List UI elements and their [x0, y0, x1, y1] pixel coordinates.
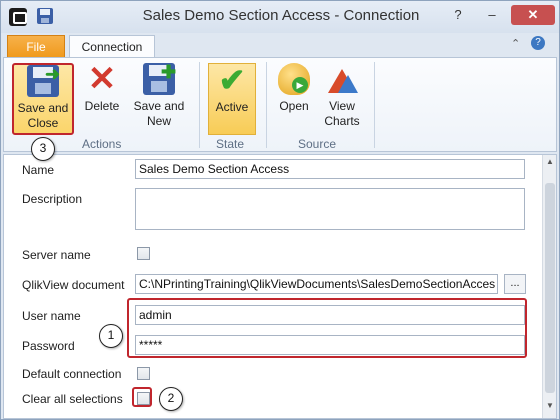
scroll-thumb[interactable] — [545, 183, 555, 393]
help-button[interactable]: ? — [445, 5, 471, 25]
group-label-state: State — [216, 137, 245, 151]
clear-all-selections-label: Clear all selections — [22, 392, 123, 406]
app-icon[interactable] — [9, 8, 27, 26]
name-label: Name — [22, 163, 55, 177]
delete-icon: ✕ — [87, 60, 117, 98]
callout-2: 2 — [159, 387, 183, 411]
window-title: Sales Demo Section Access - Connection — [142, 7, 420, 24]
connection-window: Sales Demo Section Access - Connection ?… — [0, 0, 560, 420]
view-charts-button[interactable]: View Charts — [318, 63, 366, 135]
clear-selections-highlight — [132, 387, 152, 407]
open-button[interactable]: Open — [272, 63, 316, 135]
ribbon-tabs: File Connection ⌃ ? — [1, 33, 559, 58]
password-label: Password — [22, 339, 75, 353]
minimize-button[interactable]: – — [479, 5, 505, 25]
group-label-source: Source — [298, 137, 337, 151]
scroll-down-icon[interactable]: ▼ — [544, 401, 556, 415]
ribbon-separator — [266, 62, 267, 148]
save-and-new-button[interactable]: ✚ Save and New — [130, 63, 188, 135]
delete-button[interactable]: ✕ Delete — [80, 60, 124, 135]
save-new-icon: ✚ — [143, 63, 176, 95]
credentials-highlight — [127, 298, 527, 358]
delete-label: Delete — [84, 99, 120, 113]
open-icon — [278, 63, 310, 95]
user-name-label: User name — [22, 309, 81, 323]
server-name-label: Server name — [22, 248, 91, 262]
server-name-checkbox[interactable] — [137, 247, 150, 260]
title-bar: Sales Demo Section Access - Connection ?… — [1, 1, 559, 33]
active-toggle-button[interactable]: ✔ Active — [208, 63, 256, 135]
collapse-ribbon-icon[interactable]: ⌃ — [511, 37, 520, 50]
save-and-close-label: Save and Close — [17, 101, 69, 130]
ribbon-separator — [374, 62, 375, 148]
open-label: Open — [279, 99, 309, 113]
close-button[interactable]: ✕ — [511, 5, 555, 25]
save-icon[interactable] — [37, 8, 53, 24]
save-and-close-button[interactable]: ➜ Save and Close — [12, 63, 74, 135]
connection-form: Name Sales Demo Section Access Descripti… — [3, 154, 557, 419]
callout-3: 3 — [31, 137, 55, 161]
description-field[interactable] — [135, 188, 525, 230]
view-charts-label: View Charts — [324, 99, 360, 128]
save-close-icon: ➜ — [27, 65, 60, 97]
tab-connection[interactable]: Connection — [69, 35, 155, 58]
scroll-up-icon[interactable]: ▲ — [544, 157, 556, 171]
default-connection-checkbox[interactable] — [137, 367, 150, 380]
callout-1: 1 — [99, 324, 123, 348]
qlikview-document-field[interactable]: C:\NPrintingTraining\QlikViewDocuments\S… — [135, 274, 498, 294]
name-field[interactable]: Sales Demo Section Access — [135, 159, 525, 179]
ribbon-help-icon[interactable]: ? — [531, 36, 545, 50]
form-scrollbar[interactable]: ▲ ▼ — [542, 155, 556, 418]
check-icon: ✔ — [218, 62, 246, 98]
ribbon: ➜ Save and Close ✕ Delete ✚ Save and New… — [3, 57, 557, 152]
active-label: Active — [215, 100, 249, 114]
save-and-new-label: Save and New — [133, 99, 185, 128]
group-label-actions: Actions — [82, 137, 122, 151]
browse-button[interactable]: ... — [504, 274, 526, 294]
chart-icon — [326, 63, 358, 95]
tab-file[interactable]: File — [7, 35, 65, 57]
qlikview-document-label: QlikView document — [22, 278, 125, 292]
description-label: Description — [22, 192, 83, 206]
default-connection-label: Default connection — [22, 367, 122, 381]
ribbon-separator — [199, 62, 200, 148]
